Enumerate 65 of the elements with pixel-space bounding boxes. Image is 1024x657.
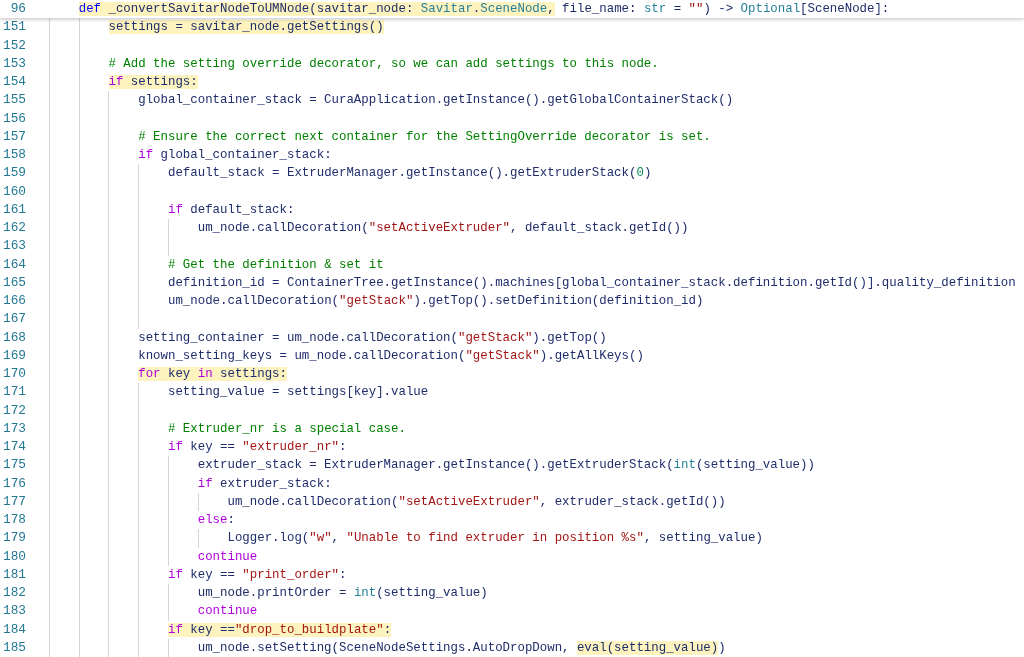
line-number: 163 (1, 237, 26, 256)
code-line: if global_container_stack: (137, 147, 332, 164)
line-number: 169 (1, 346, 26, 365)
line-number: 153 (1, 54, 26, 73)
code-line: if default_stack: (167, 201, 295, 219)
line-number: 155 (1, 91, 26, 110)
line-number: 176 (1, 474, 26, 493)
code-line: if key =="drop_to_buildplate": (166, 621, 392, 639)
line-number: 179 (1, 529, 26, 548)
code-line: continue (196, 548, 258, 566)
code-line: # Add the setting override decorator, so we can add settings to this node. (107, 55, 659, 73)
code-line: Logger.log("w", "Unable to find extruder in position %s", setting_value) (226, 530, 763, 548)
code-line: extruder_stack = ExtruderManager.getInstance().getExtruderStack(int(setting_value)) (196, 457, 815, 475)
code-line: um_node.printOrder = int(setting_value) (196, 585, 488, 602)
code-line: if key == "extruder_nr": (167, 439, 347, 456)
code-line: global_container_stack = CuraApplication.getInstance().getGlobalContainerStack() (137, 92, 734, 110)
line-number: 164 (1, 255, 26, 274)
line-number: 175 (1, 456, 26, 475)
line-number: 161 (1, 200, 26, 219)
code-line: continue (196, 603, 258, 621)
code-line: setting_value = settings[key].value (167, 384, 429, 402)
code-line: if extruder_stack: (196, 475, 332, 493)
line-number: 165 (1, 273, 26, 292)
line-number: 184 (1, 620, 26, 639)
line-number: 177 (1, 492, 26, 511)
line-number: 154 (1, 73, 26, 91)
code-line: if key == "print_order": (167, 566, 347, 584)
line-number: 159 (1, 164, 26, 183)
line-number: 174 (1, 438, 26, 456)
line-number: 181 (1, 565, 26, 584)
line-number: 158 (1, 146, 26, 164)
code-line: for key in settings: (137, 366, 287, 383)
code-line: if settings: (107, 74, 198, 91)
code-line: else: (196, 512, 235, 529)
line-number: 183 (1, 602, 26, 621)
line-number: 162 (1, 219, 26, 237)
line-number: 182 (1, 584, 26, 602)
line-number: 170 (1, 365, 26, 383)
code-line: known_setting_keys = um_node.callDecoration("getStack").getAllKeys() (137, 347, 644, 365)
code-line: um_node.setSetting(SceneNodeSettings.AutoDropDown, eval(setting_value)) (196, 639, 726, 657)
line-number: 152 (1, 36, 26, 55)
code-line: def _convertSavitarNodeToUMNode(savitar_node: Savitar.SceneNode, file_name: str = "") -> Optional[SceneNode]: (77, 1, 890, 18)
line-number: 160 (1, 182, 26, 201)
code-line: # Ensure the correct next container for the SettingOverride decorator is set. (137, 128, 711, 146)
code-line: um_node.callDecoration("getStack").getTop().setDefinition(definition_id) (167, 293, 704, 310)
line-number: 96 (9, 0, 26, 18)
code-line: setting_container = um_node.callDecoration("getStack").getTop() (137, 329, 607, 347)
line-number: 173 (1, 419, 26, 438)
line-number: 157 (1, 127, 26, 146)
line-number: 156 (1, 109, 26, 128)
line-number: 172 (1, 401, 26, 420)
code-line: definition_id = ContainerTree.getInstance().machines[global_container_stack.definition.getId()].quality_definition (167, 274, 1016, 292)
code-line: um_node.callDecoration("setActiveExtruder", default_stack.getId()) (196, 220, 689, 237)
code-line: default_stack = ExtruderManager.getInstance().getExtruderStack(0) (167, 165, 652, 183)
line-number: 168 (1, 328, 26, 347)
line-number: 166 (1, 292, 26, 310)
code-line: um_node.callDecoration("setActiveExtruder", extruder_stack.getId()) (226, 493, 726, 511)
line-number: 185 (1, 638, 26, 657)
line-number: 171 (1, 383, 26, 402)
code-line: # Get the definition & set it (167, 256, 384, 274)
line-number: 178 (1, 511, 26, 529)
line-number: 180 (1, 547, 26, 566)
line-number: 167 (1, 310, 26, 329)
code-line: # Extruder_nr is a special case. (167, 420, 406, 438)
line-number: 151 (1, 18, 26, 37)
